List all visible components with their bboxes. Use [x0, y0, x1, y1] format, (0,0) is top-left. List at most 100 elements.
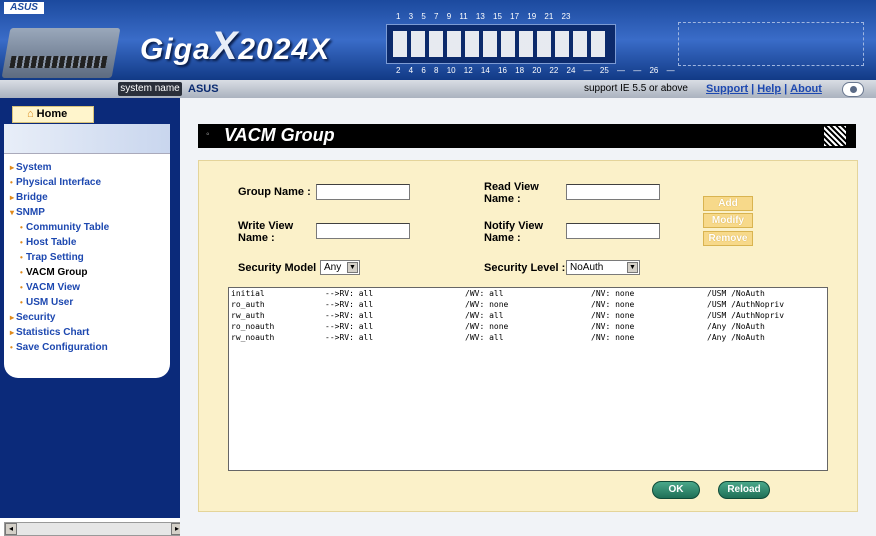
add-button[interactable]: Add	[703, 196, 753, 211]
nav-item-save-configuration[interactable]: • Save Configuration	[10, 340, 170, 355]
switch-device-image	[1, 28, 121, 78]
notify-view-cell: /NV: none	[591, 322, 635, 331]
nav-label: Host Table	[26, 237, 77, 248]
write-view-cell: /WV: all	[465, 289, 504, 298]
security-model-select[interactable]: Any ▼	[320, 260, 360, 275]
security-level-label: Security Level :	[484, 262, 566, 274]
security-cell: /USM /AuthNopriv	[707, 300, 785, 309]
group-cell: rw_noauth	[231, 333, 275, 342]
security-model-label: Security Model :	[238, 262, 323, 274]
chevron-down-icon: ▼	[627, 262, 638, 273]
write-view-input[interactable]	[316, 223, 410, 239]
read-view-label: Read View Name :	[484, 181, 539, 205]
home-button[interactable]: ⌂ Home	[12, 106, 94, 123]
group-name-label: Group Name :	[238, 186, 311, 198]
support-text: support IE 5.5 or above	[584, 83, 688, 94]
group-cell: initial	[231, 289, 265, 298]
security-cell: /Any /NoAuth	[707, 333, 765, 342]
nav-item-statistics-chart[interactable]: ▸ Statistics Chart	[10, 325, 170, 340]
nav-item-trap-setting[interactable]: • Trap Setting	[10, 250, 170, 265]
home-icon: ⌂	[27, 108, 34, 120]
read-view-cell: -->RV: all	[325, 300, 374, 309]
status-bar: system name ASUS support IE 5.5 or above…	[0, 80, 876, 98]
nav-item-physical-interface[interactable]: • Physical Interface	[10, 175, 170, 190]
list-item[interactable]: rw_noauth -->RV: all/WV: all/NV: none/Any…	[229, 332, 827, 343]
horizontal-scrollbar[interactable]: ◂ ▸	[4, 522, 186, 536]
nav-label: Physical Interface	[16, 177, 102, 188]
page-title: VACM Group	[224, 125, 335, 145]
header-banner: ASUS GigaX2024X 1 3 5 7 9 11 13 15 17 19…	[0, 0, 876, 80]
notify-view-input[interactable]	[566, 223, 660, 239]
nav-label: SNMP	[16, 207, 45, 218]
support-link[interactable]: Support	[706, 83, 748, 95]
system-name-value: ASUS	[188, 83, 219, 95]
nav-label: Statistics Chart	[16, 327, 90, 338]
write-view-cell: /WV: none	[465, 300, 509, 309]
list-item[interactable]: ro_auth -->RV: all/WV: none/NV: none/USM …	[229, 299, 827, 310]
product-prefix: Giga	[140, 33, 211, 66]
nav-label: Save Configuration	[16, 342, 108, 353]
nav-item-bridge[interactable]: ▸ Bridge	[10, 190, 170, 205]
title-decoration-icon	[824, 126, 846, 146]
group-cell: ro_auth	[231, 300, 265, 309]
power-knob-icon[interactable]	[842, 82, 864, 97]
list-item[interactable]: initial -->RV: all/WV: all/NV: none/USM /…	[229, 288, 827, 299]
read-view-input[interactable]	[566, 184, 660, 200]
modify-button[interactable]: Modify	[703, 213, 753, 228]
nav-header	[4, 124, 170, 154]
chevron-down-icon: ▼	[347, 262, 358, 273]
list-item[interactable]: rw_auth -->RV: all/WV: all/NV: none/USM /…	[229, 310, 827, 321]
notify-view-cell: /NV: none	[591, 311, 635, 320]
scroll-left-icon[interactable]: ◂	[5, 523, 17, 535]
security-level-select[interactable]: NoAuth ▼	[566, 260, 640, 275]
reload-button[interactable]: Reload	[718, 481, 770, 499]
security-cell: /Any /NoAuth	[707, 322, 765, 331]
nav-label: Community Table	[26, 222, 110, 233]
home-label: Home	[36, 108, 68, 120]
read-view-cell: -->RV: all	[325, 289, 374, 298]
asus-logo: ASUS	[4, 2, 44, 14]
link-separator: |	[751, 83, 755, 95]
nav-label: USM User	[26, 297, 74, 308]
read-view-cell: -->RV: all	[325, 322, 374, 331]
nav-label: System	[16, 162, 52, 173]
security-cell: /USM /NoAuth	[707, 289, 765, 298]
notify-view-label: Notify View Name :	[484, 220, 544, 244]
nav-item-security[interactable]: ▸ Security	[10, 310, 170, 325]
read-view-cell: -->RV: all	[325, 333, 374, 342]
nav-item-community-table[interactable]: • Community Table	[10, 220, 170, 235]
nav-item-vacm-view[interactable]: • VACM View	[10, 280, 170, 295]
security-level-value: NoAuth	[570, 262, 604, 273]
list-item[interactable]: ro_noauth -->RV: all/WV: none/NV: none/An…	[229, 321, 827, 332]
front-panel: 1 3 5 7 9 11 13 15 17 19 21 23 2 4 6 8 1…	[378, 8, 868, 76]
group-name-input[interactable]	[316, 184, 410, 200]
nav-item-system[interactable]: ▸ System	[10, 160, 170, 175]
write-view-cell: /WV: all	[465, 333, 504, 342]
write-view-label: Write View Name :	[238, 220, 294, 244]
link-separator: |	[784, 83, 788, 95]
write-view-cell: /WV: none	[465, 322, 509, 331]
read-view-cell: -->RV: all	[325, 311, 374, 320]
port-numbers-top: 1 3 5 7 9 11 13 15 17 19 21 23	[396, 12, 571, 21]
nav-label: VACM Group	[26, 267, 88, 278]
write-view-cell: /WV: all	[465, 311, 504, 320]
product-x: X	[210, 24, 239, 68]
remove-button[interactable]: Remove	[703, 231, 753, 246]
help-link[interactable]: Help	[757, 83, 781, 95]
port-grid	[386, 24, 616, 64]
page-title-bar: ◦ VACM Group	[198, 124, 856, 148]
system-name-label: system name	[118, 82, 182, 96]
product-logo: GigaX2024X	[140, 24, 330, 69]
ok-button[interactable]: OK	[652, 481, 700, 499]
nav-label: Bridge	[16, 192, 48, 203]
nav-item-host-table[interactable]: • Host Table	[10, 235, 170, 250]
nav-label: Security	[16, 312, 56, 323]
nav-item-snmp[interactable]: ▾ SNMP	[10, 205, 170, 220]
vacm-group-list[interactable]: initial -->RV: all/WV: all/NV: none/USM /…	[228, 287, 828, 471]
nav-menu: ▸ System • Physical Interface ▸ Bridge ▾ SNM…	[4, 124, 170, 378]
nav-item-usm-user[interactable]: • USM User	[10, 295, 170, 310]
title-bullet-icon: ◦	[206, 129, 210, 140]
nav-item-vacm-group[interactable]: • VACM Group	[10, 265, 170, 280]
nav-label: Trap Setting	[26, 252, 84, 263]
about-link[interactable]: About	[790, 83, 822, 95]
